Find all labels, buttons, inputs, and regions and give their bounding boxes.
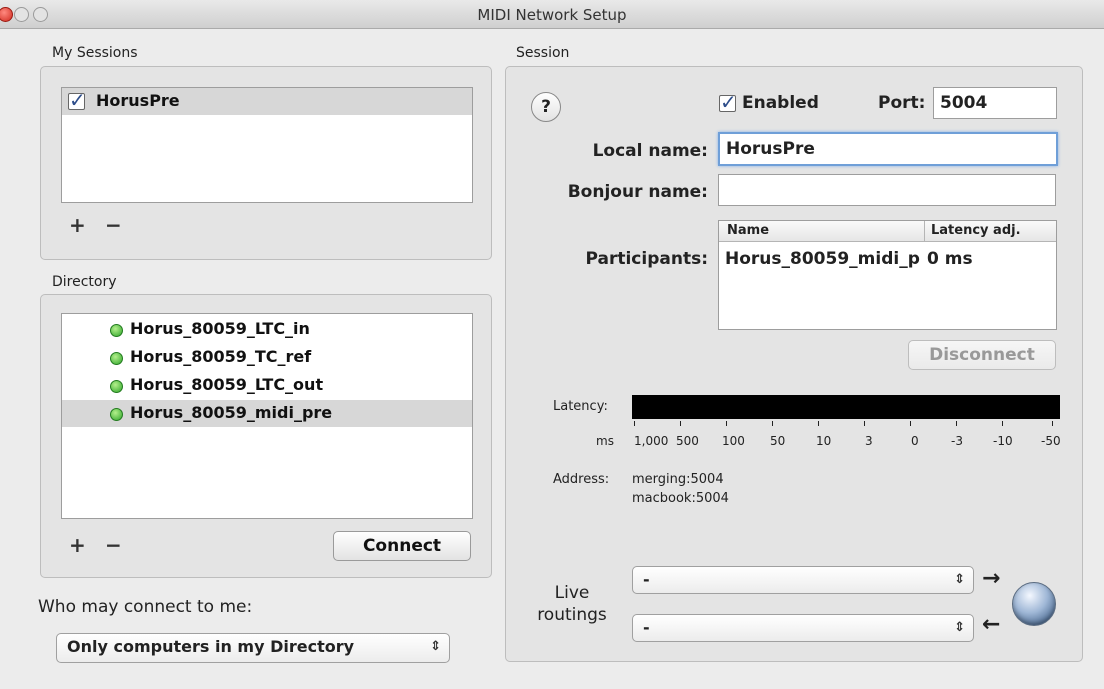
session-list-item[interactable]: HorusPre: [62, 88, 472, 115]
my-sessions-group: HorusPre + −: [40, 66, 492, 260]
select-arrows-icon: ⇕: [954, 620, 965, 635]
online-status-icon: [110, 324, 123, 337]
bonjour-name-label: Bonjour name:: [567, 182, 708, 202]
latency-meter: [632, 395, 1060, 419]
participants-table[interactable]: Name Latency adj. Horus_80059_midi_p 0 m…: [718, 220, 1057, 330]
online-status-icon: [110, 352, 123, 365]
enabled-label: Enabled: [742, 93, 819, 113]
tick-label: 10: [816, 434, 832, 448]
directory-list-item[interactable]: Horus_80059_midi_pre: [62, 400, 472, 427]
address-line: merging:5004: [632, 472, 724, 487]
routing-in-value: -: [643, 570, 650, 589]
network-globe-icon: [1012, 582, 1056, 626]
routing-out-select[interactable]: - ⇕: [632, 614, 974, 642]
tick-label: -3: [951, 434, 963, 448]
remove-session-button[interactable]: −: [105, 213, 122, 237]
select-arrows-icon: ⇕: [430, 639, 441, 654]
my-sessions-label: My Sessions: [52, 45, 138, 61]
tick-label: 0: [911, 434, 919, 448]
session-name: HorusPre: [96, 91, 180, 110]
column-divider: [924, 221, 925, 241]
local-name-field[interactable]: HorusPre: [718, 132, 1058, 166]
routing-out-value: -: [643, 618, 650, 637]
address-line: macbook:5004: [632, 491, 729, 506]
routing-in-select[interactable]: - ⇕: [632, 566, 974, 594]
arrow-right-icon: →: [982, 566, 1001, 591]
column-header-name[interactable]: Name: [727, 223, 769, 238]
who-may-connect-value: Only computers in my Directory: [67, 637, 355, 656]
latency-ticks: [632, 421, 1060, 427]
directory-item-name: Horus_80059_LTC_out: [130, 375, 324, 394]
tick-label: 500: [676, 434, 699, 448]
window-title: MIDI Network Setup: [477, 6, 627, 24]
session-label: Session: [516, 45, 570, 61]
column-header-latency[interactable]: Latency adj.: [931, 223, 1021, 238]
add-directory-button[interactable]: +: [69, 533, 86, 557]
title-bar: MIDI Network Setup: [0, 0, 1104, 29]
live-routings-label-line: routings: [537, 605, 607, 625]
online-status-icon: [110, 408, 123, 421]
bonjour-name-field[interactable]: [718, 174, 1056, 206]
participant-name[interactable]: Horus_80059_midi_p: [725, 249, 925, 269]
online-status-icon: [110, 380, 123, 393]
directory-group: Horus_80059_LTC_in Horus_80059_TC_ref Ho…: [40, 294, 492, 578]
session-enabled-checkbox[interactable]: [68, 88, 86, 112]
directory-label: Directory: [52, 274, 117, 290]
connect-button[interactable]: Connect: [333, 531, 471, 561]
tick-label: 50: [770, 434, 786, 448]
remove-directory-button[interactable]: −: [105, 533, 122, 557]
live-routings-label-line: Live: [554, 583, 590, 603]
tick-label: -50: [1041, 434, 1061, 448]
add-session-button[interactable]: +: [69, 213, 86, 237]
participants-header: Name Latency adj.: [719, 221, 1056, 242]
tick-label: 100: [722, 434, 745, 448]
who-may-connect-select[interactable]: Only computers in my Directory ⇕: [56, 633, 450, 663]
help-button[interactable]: ?: [531, 92, 561, 122]
latency-unit: ms: [596, 434, 614, 448]
directory-list-item[interactable]: Horus_80059_LTC_in: [62, 316, 472, 343]
tick-label: 3: [865, 434, 873, 448]
port-field[interactable]: 5004: [933, 87, 1057, 119]
local-name-label: Local name:: [592, 141, 708, 161]
participant-latency[interactable]: 0 ms: [927, 249, 973, 269]
directory-list[interactable]: Horus_80059_LTC_in Horus_80059_TC_ref Ho…: [61, 313, 473, 519]
address-label: Address:: [553, 472, 610, 487]
who-may-connect-label: Who may connect to me:: [38, 597, 253, 617]
directory-item-name: Horus_80059_midi_pre: [130, 403, 333, 422]
my-sessions-list[interactable]: HorusPre: [61, 87, 473, 203]
latency-label: Latency:: [553, 399, 608, 414]
latency-tick-labels: 1,000 500 100 50 10 3 0 -3 -10 -50: [632, 434, 1072, 450]
select-arrows-icon: ⇕: [954, 572, 965, 587]
directory-list-item[interactable]: Horus_80059_LTC_out: [62, 372, 472, 399]
tick-label: -10: [993, 434, 1013, 448]
enabled-checkbox[interactable]: [719, 90, 737, 114]
directory-item-name: Horus_80059_LTC_in: [130, 319, 310, 338]
participants-label: Participants:: [585, 249, 708, 269]
arrow-left-icon: ←: [982, 612, 1001, 637]
tick-label: 1,000: [634, 434, 669, 448]
directory-item-name: Horus_80059_TC_ref: [130, 347, 312, 366]
live-routings-label: Live routings: [532, 582, 612, 626]
directory-list-item[interactable]: Horus_80059_TC_ref: [62, 344, 472, 371]
port-label: Port:: [878, 93, 926, 113]
disconnect-button[interactable]: Disconnect: [908, 340, 1056, 370]
